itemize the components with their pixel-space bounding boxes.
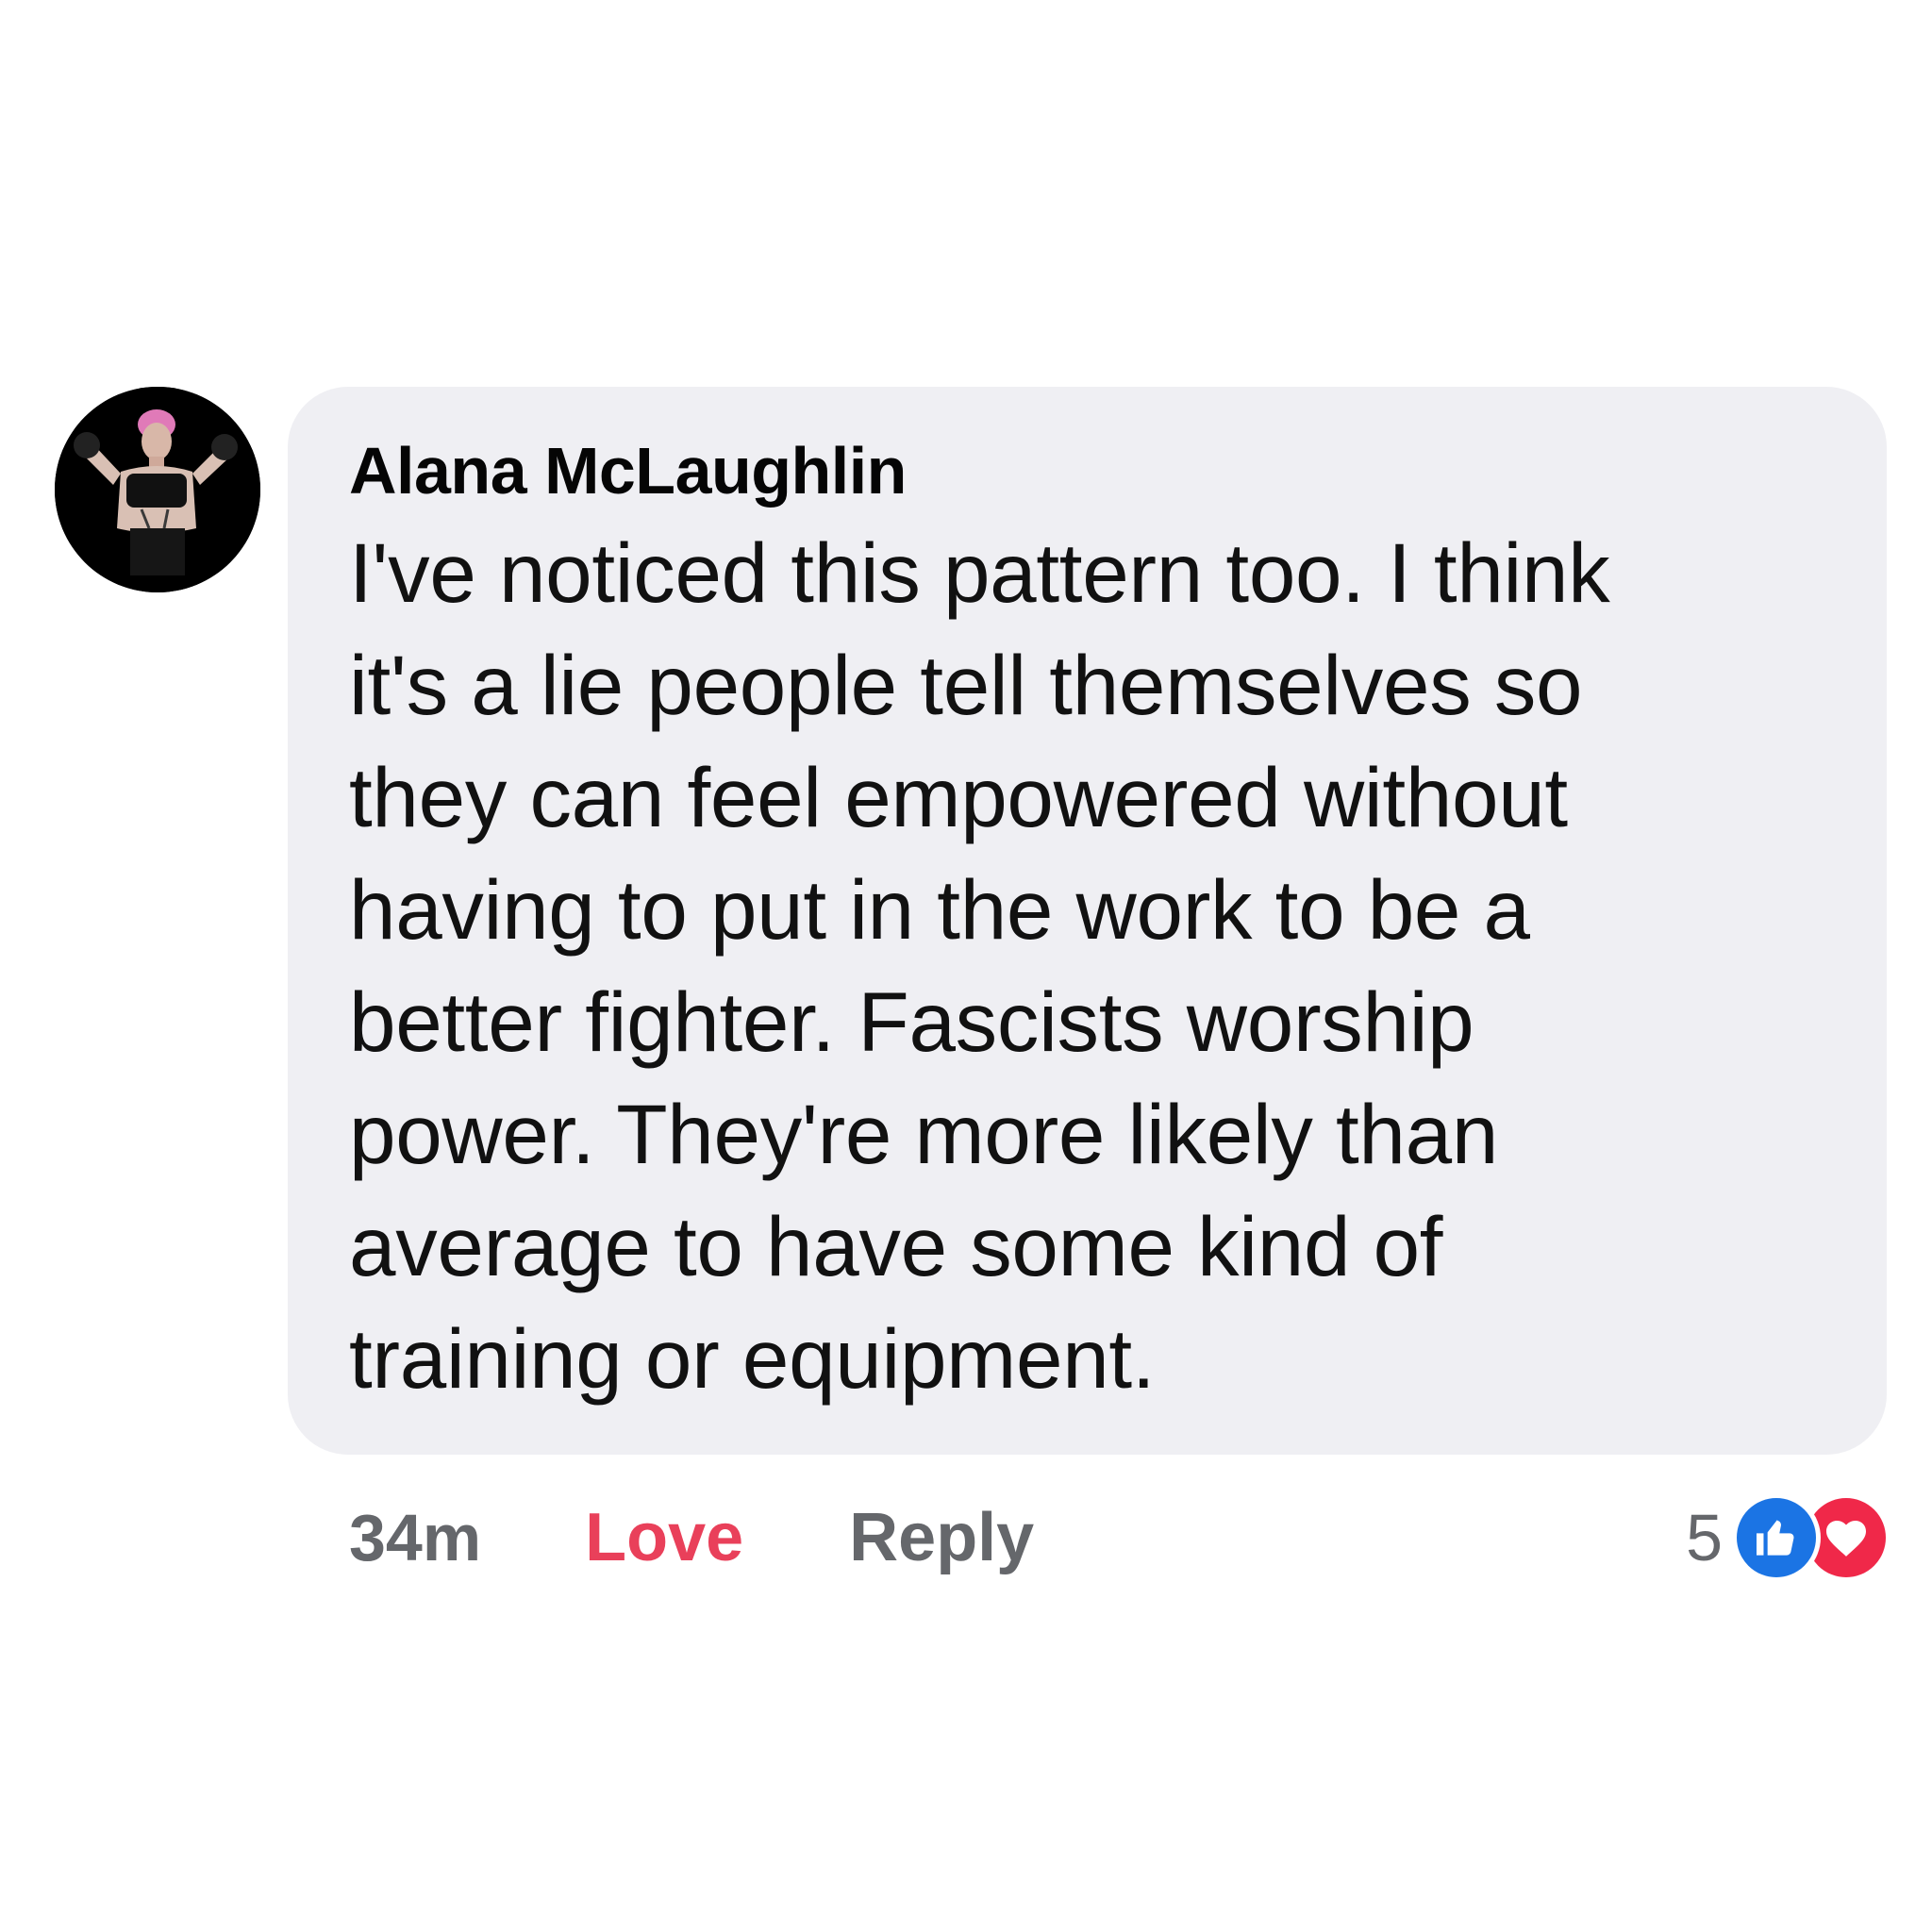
avatar-photo (55, 387, 260, 592)
love-reaction-button[interactable]: Love (585, 1499, 743, 1576)
reaction-count: 5 (1686, 1501, 1723, 1574)
comment-bubble: Alana McLaughlin I've noticed this patte… (288, 387, 1887, 1455)
comment-actions: 34m Love Reply (349, 1491, 1034, 1585)
comment-author[interactable]: Alana McLaughlin (349, 428, 1830, 513)
avatar[interactable] (55, 387, 260, 592)
like-icon (1732, 1493, 1821, 1582)
comment-timestamp[interactable]: 34m (349, 1500, 481, 1575)
comment-text: I've noticed this pattern too. I think i… (349, 525, 1610, 1406)
reply-button[interactable]: Reply (849, 1499, 1034, 1576)
reaction-summary[interactable]: 5 (1686, 1491, 1890, 1585)
